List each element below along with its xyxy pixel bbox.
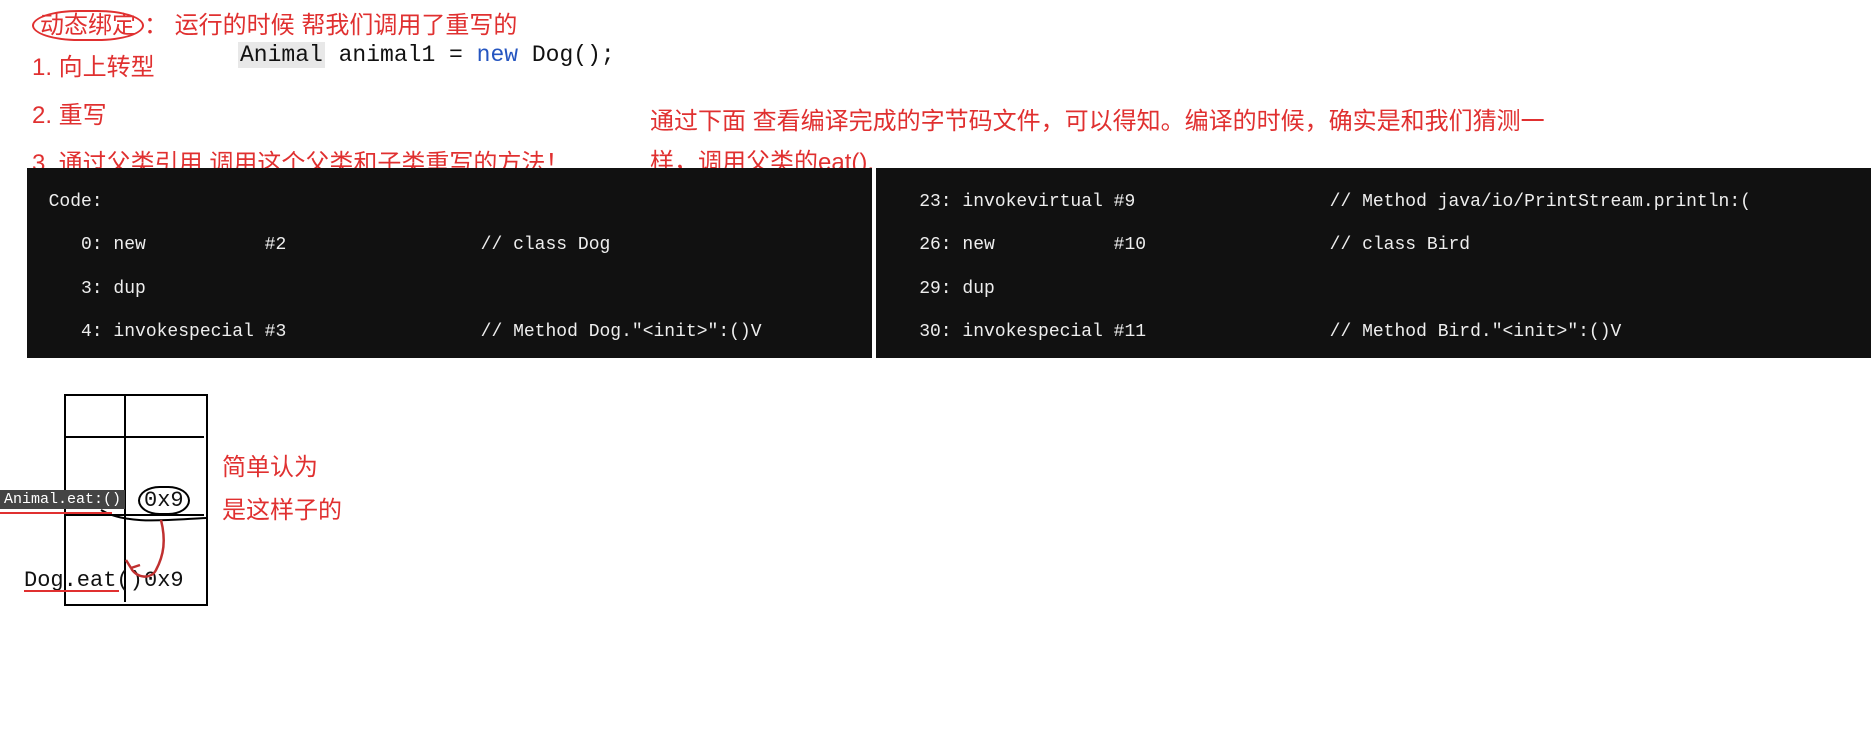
title-line: 动态绑定： 运行的时候 帮我们调用了重写的 xyxy=(32,10,517,41)
term-row: 4: invokespecial #3 // Method Dog."<init… xyxy=(27,322,872,344)
code-var: animal1 = xyxy=(325,42,477,68)
term-row: 3: dup xyxy=(27,279,872,301)
term-row: 23: invokevirtual #9 // Method java/io/P… xyxy=(876,192,1871,214)
address-cell-a: 0x9 xyxy=(138,486,190,515)
code-type: Animal xyxy=(238,42,325,68)
diagram-line xyxy=(64,514,204,516)
diagram-note: 简单认为 是这样子的 xyxy=(222,446,342,532)
address-cell-b: 0x9 xyxy=(144,568,184,593)
vtable-diagram: Animal.eat:() 0x9 Dog.eat() 0x9 xyxy=(0,390,260,610)
diagram-line xyxy=(64,436,204,438)
term-row: Code: xyxy=(27,192,872,214)
animal-eat-badge: Animal.eat:() xyxy=(0,490,125,509)
code-keyword: new xyxy=(477,42,518,68)
term-row: 0: new #2 // class Dog xyxy=(27,235,872,257)
list-item-2: 2. 重写 xyxy=(32,92,569,140)
code-ctor: Dog(); xyxy=(518,42,615,68)
title-boxed: 动态绑定 xyxy=(32,10,144,41)
term-row: 26: new #10 // class Bird xyxy=(876,235,1871,257)
underline-icon xyxy=(24,590,119,592)
underline-icon xyxy=(0,512,112,514)
term-row: 29: dup xyxy=(876,279,1871,301)
title-rest: ： 运行的时候 帮我们调用了重写的 xyxy=(144,12,517,39)
bytecode-terminal-left: Code: 0: new #2 // class Dog 3: dup 4: i… xyxy=(27,168,872,358)
inline-code: Animal animal1 = new Dog(); xyxy=(238,42,615,68)
term-row: 30: invokespecial #11 // Method Bird."<i… xyxy=(876,322,1871,344)
note-line-2: 是这样子的 xyxy=(222,489,342,532)
note-line-1: 简单认为 xyxy=(222,446,342,489)
bytecode-terminal-right: 23: invokevirtual #9 // Method java/io/P… xyxy=(876,168,1871,358)
